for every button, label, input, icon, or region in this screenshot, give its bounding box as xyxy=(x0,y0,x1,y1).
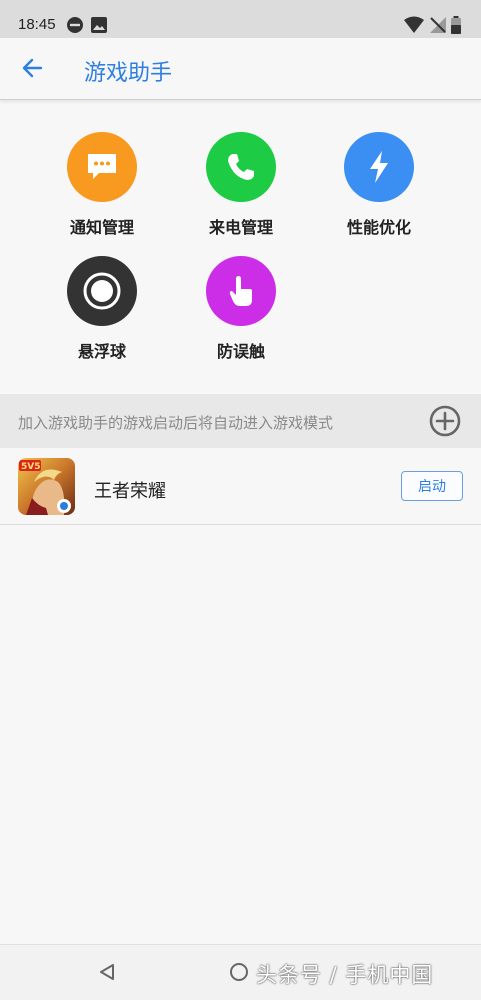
image-icon xyxy=(90,16,108,38)
launch-button[interactable]: 启动 xyxy=(401,471,463,501)
tool-floating-ball[interactable]: 悬浮球 xyxy=(42,256,162,362)
nav-back-button[interactable] xyxy=(98,963,116,985)
tool-performance-optimization[interactable]: 性能优化 xyxy=(319,132,439,238)
game-name: 王者荣耀 xyxy=(94,481,166,502)
tool-anti-mistouch[interactable]: 防误触 xyxy=(181,256,301,362)
status-time: 18:45 xyxy=(18,16,56,33)
page-title: 游戏助手 xyxy=(84,61,173,86)
do-not-disturb-icon xyxy=(66,16,84,38)
tool-label: 防误触 xyxy=(216,342,265,361)
back-button[interactable] xyxy=(16,54,48,86)
tool-call-management[interactable]: 来电管理 xyxy=(181,132,301,238)
system-nav-bar: 头条号 / 手机中国 xyxy=(0,944,481,1000)
lightning-icon xyxy=(344,132,414,202)
arrow-left-icon xyxy=(21,57,43,83)
game-list-item[interactable]: 5V5 王者荣耀 启动 xyxy=(0,449,481,525)
tool-label: 性能优化 xyxy=(346,218,411,237)
tool-label: 通知管理 xyxy=(69,218,134,237)
tool-label: 来电管理 xyxy=(208,218,273,237)
hint-bar: 加入游戏助手的游戏启动后将自动进入游戏模式 xyxy=(0,394,481,448)
floating-ball-icon xyxy=(67,256,137,326)
game-app-icon: 5V5 xyxy=(18,458,75,515)
no-signal-icon xyxy=(429,16,447,38)
wifi-icon xyxy=(403,16,425,38)
tool-notification-management[interactable]: 通知管理 xyxy=(42,132,162,238)
nav-home-button[interactable] xyxy=(230,963,248,981)
watermark-text: 头条号 / 手机中国 xyxy=(256,963,434,987)
triangle-back-icon xyxy=(98,964,116,985)
svg-text:5V5: 5V5 xyxy=(21,462,41,472)
plus-circle-icon xyxy=(428,405,462,442)
tool-label: 悬浮球 xyxy=(77,342,126,361)
hint-text: 加入游戏助手的游戏启动后将自动进入游戏模式 xyxy=(18,414,334,432)
message-dots-icon xyxy=(67,132,137,202)
touch-hand-icon xyxy=(206,256,276,326)
phone-icon xyxy=(206,132,276,202)
add-game-button[interactable] xyxy=(428,404,462,438)
battery-icon xyxy=(450,16,462,38)
app-bar: 游戏助手 xyxy=(0,38,481,100)
